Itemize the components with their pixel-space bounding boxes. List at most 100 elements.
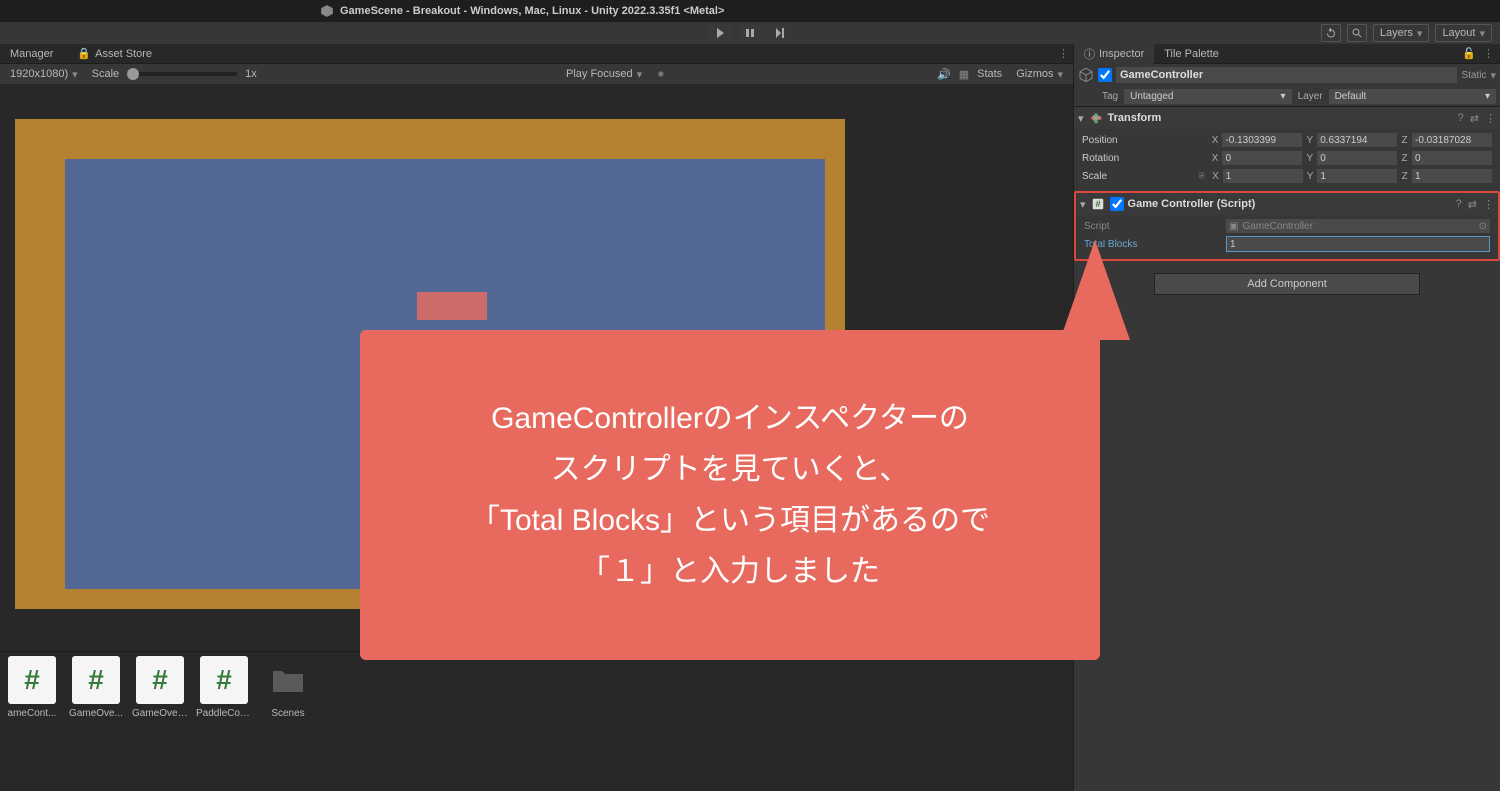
transform-icon [1088, 110, 1104, 126]
layout-dropdown[interactable]: Layout▾ [1435, 24, 1492, 42]
transform-header[interactable]: ▾ Transform ? ⇄ ⋮ [1074, 107, 1500, 129]
scale-link-icon[interactable]: ⍟ [1196, 170, 1208, 183]
static-dropdown[interactable]: ▾ [1490, 69, 1496, 82]
scale-value: 1x [245, 68, 257, 80]
object-picker-icon[interactable]: ⊙ [1479, 221, 1487, 232]
script-object-field[interactable]: ▣ GameController ⊙ [1226, 219, 1490, 233]
asset-label: ameCont... [4, 708, 60, 719]
script-file-icon: # [8, 656, 56, 704]
undo-history-icon[interactable] [1321, 24, 1341, 42]
gameobject-icon[interactable] [1078, 67, 1094, 83]
volume-icon[interactable]: 🔊 [937, 68, 951, 81]
asset-label: PaddleCon... [196, 708, 252, 719]
resolution-dropdown[interactable]: 1920x1080)▾ [4, 66, 84, 82]
inspector-icon: ⓘ [1084, 46, 1095, 62]
unity-logo-icon [320, 4, 334, 18]
scale-label: Scale [92, 68, 120, 80]
script-field-label: Script [1084, 221, 1224, 232]
tab-manager[interactable]: Manager [4, 46, 59, 62]
asset-item[interactable]: # PaddleCon... [196, 656, 252, 719]
position-label: Position [1082, 135, 1208, 146]
gizmos-dropdown[interactable]: Gizmos▾ [1010, 66, 1069, 82]
script-file-icon: ▣ [1229, 221, 1238, 232]
position-z-field[interactable] [1412, 133, 1492, 147]
script-file-icon: # [136, 656, 184, 704]
preset-icon[interactable]: ⇄ [1470, 112, 1479, 125]
asset-label: GameOver... [132, 708, 188, 719]
window-title: GameScene - Breakout - Windows, Mac, Lin… [340, 5, 724, 17]
toolbar-right: Layers▾ Layout▾ [1321, 24, 1492, 42]
vr-icon[interactable]: ▦ [959, 68, 969, 81]
script-file-icon: # [72, 656, 120, 704]
annotation-callout: GameControllerのインスペクターの スクリプトを見ていくと、 「To… [360, 330, 1100, 660]
object-name-field[interactable] [1116, 67, 1457, 83]
folder-icon [264, 656, 312, 704]
fold-icon: ▾ [1080, 198, 1086, 211]
tabs-menu-icon[interactable]: ⋮ [1058, 47, 1069, 60]
transform-component: ▾ Transform ?⇄⋮ Position X Y Z Rotation … [1074, 106, 1500, 191]
script-file-icon: # [200, 656, 248, 704]
script-icon: # [1090, 196, 1106, 212]
stats-button[interactable]: Stats [977, 68, 1002, 80]
asset-item[interactable]: # ameCont... [4, 656, 60, 719]
component-menu-icon[interactable]: ⋮ [1483, 198, 1494, 211]
rotation-z-field[interactable] [1412, 151, 1492, 165]
assets-browser: # ameCont... # GameOve... # GameOver... # Paddl… [0, 651, 1073, 791]
playback-toolbar: Layers▾ Layout▾ [0, 22, 1500, 44]
left-tabs: Manager 🔒Asset Store ⋮ [0, 44, 1073, 64]
position-x-field[interactable] [1222, 133, 1302, 147]
fold-icon: ▾ [1078, 112, 1084, 125]
layer-dropdown[interactable]: Default▾ [1329, 89, 1496, 104]
object-active-checkbox[interactable] [1098, 68, 1112, 82]
asset-item[interactable]: Scenes [260, 656, 316, 719]
game-controller-script-component: ▾ # Game Controller (Script) ?⇄⋮ Script … [1074, 191, 1500, 261]
scale-slider[interactable] [127, 72, 237, 76]
object-header: Static ▾ [1074, 64, 1500, 86]
tab-tile-palette[interactable]: Tile Palette [1154, 46, 1229, 62]
total-blocks-field[interactable] [1226, 236, 1490, 252]
static-label: Static [1461, 70, 1486, 81]
search-icon[interactable] [1347, 24, 1367, 42]
bug-icon[interactable]: ⁕ [656, 68, 665, 81]
add-component-button[interactable]: Add Component [1154, 273, 1420, 295]
help-icon[interactable]: ? [1458, 112, 1464, 125]
script-enabled-checkbox[interactable] [1110, 197, 1124, 211]
preset-icon[interactable]: ⇄ [1468, 198, 1477, 211]
scale-x-field[interactable] [1223, 169, 1303, 183]
play-button[interactable] [709, 25, 731, 41]
rotation-label: Rotation [1082, 153, 1208, 164]
inspector-menu-icon[interactable]: ⋮ [1483, 47, 1494, 60]
total-blocks-label: Total Blocks [1084, 239, 1224, 250]
callout-text: GameControllerのインスペクターの スクリプトを見ていくと、 「To… [470, 393, 990, 597]
pause-button[interactable] [739, 25, 761, 41]
tab-inspector[interactable]: ⓘInspector [1074, 44, 1154, 64]
inspector-lock-icon[interactable]: 🔓 [1462, 47, 1476, 60]
scale-z-field[interactable] [1412, 169, 1492, 183]
scale-y-field[interactable] [1317, 169, 1397, 183]
transform-title: Transform [1108, 112, 1454, 124]
tag-label: Tag [1102, 91, 1118, 102]
rotation-x-field[interactable] [1222, 151, 1302, 165]
window-title-bar: GameScene - Breakout - Windows, Mac, Lin… [0, 0, 1500, 22]
asset-label: GameOve... [68, 708, 124, 719]
rotation-y-field[interactable] [1317, 151, 1397, 165]
svg-text:#: # [1095, 199, 1101, 209]
game-brick [417, 292, 487, 320]
layers-dropdown[interactable]: Layers▾ [1373, 24, 1430, 42]
script-header[interactable]: ▾ # Game Controller (Script) ? ⇄ ⋮ [1076, 193, 1498, 215]
lock-icon: 🔒 [77, 47, 91, 60]
script-component-title: Game Controller (Script) [1128, 198, 1452, 210]
help-icon[interactable]: ? [1456, 198, 1462, 211]
tag-layer-row: Tag Untagged▾ Layer Default▾ [1074, 86, 1500, 106]
component-menu-icon[interactable]: ⋮ [1485, 112, 1496, 125]
tag-dropdown[interactable]: Untagged▾ [1124, 89, 1291, 104]
game-view-toolbar: 1920x1080)▾ Scale 1x Play Focused▾ ⁕ 🔊 ▦… [0, 64, 1073, 84]
tab-asset-store[interactable]: 🔒Asset Store [71, 45, 158, 62]
scale-label: Scale [1082, 171, 1194, 182]
asset-item[interactable]: # GameOve... [68, 656, 124, 719]
asset-item[interactable]: # GameOver... [132, 656, 188, 719]
play-focused-dropdown[interactable]: Play Focused▾ [560, 66, 648, 82]
layer-label: Layer [1298, 91, 1323, 102]
position-y-field[interactable] [1317, 133, 1397, 147]
step-button[interactable] [769, 25, 791, 41]
